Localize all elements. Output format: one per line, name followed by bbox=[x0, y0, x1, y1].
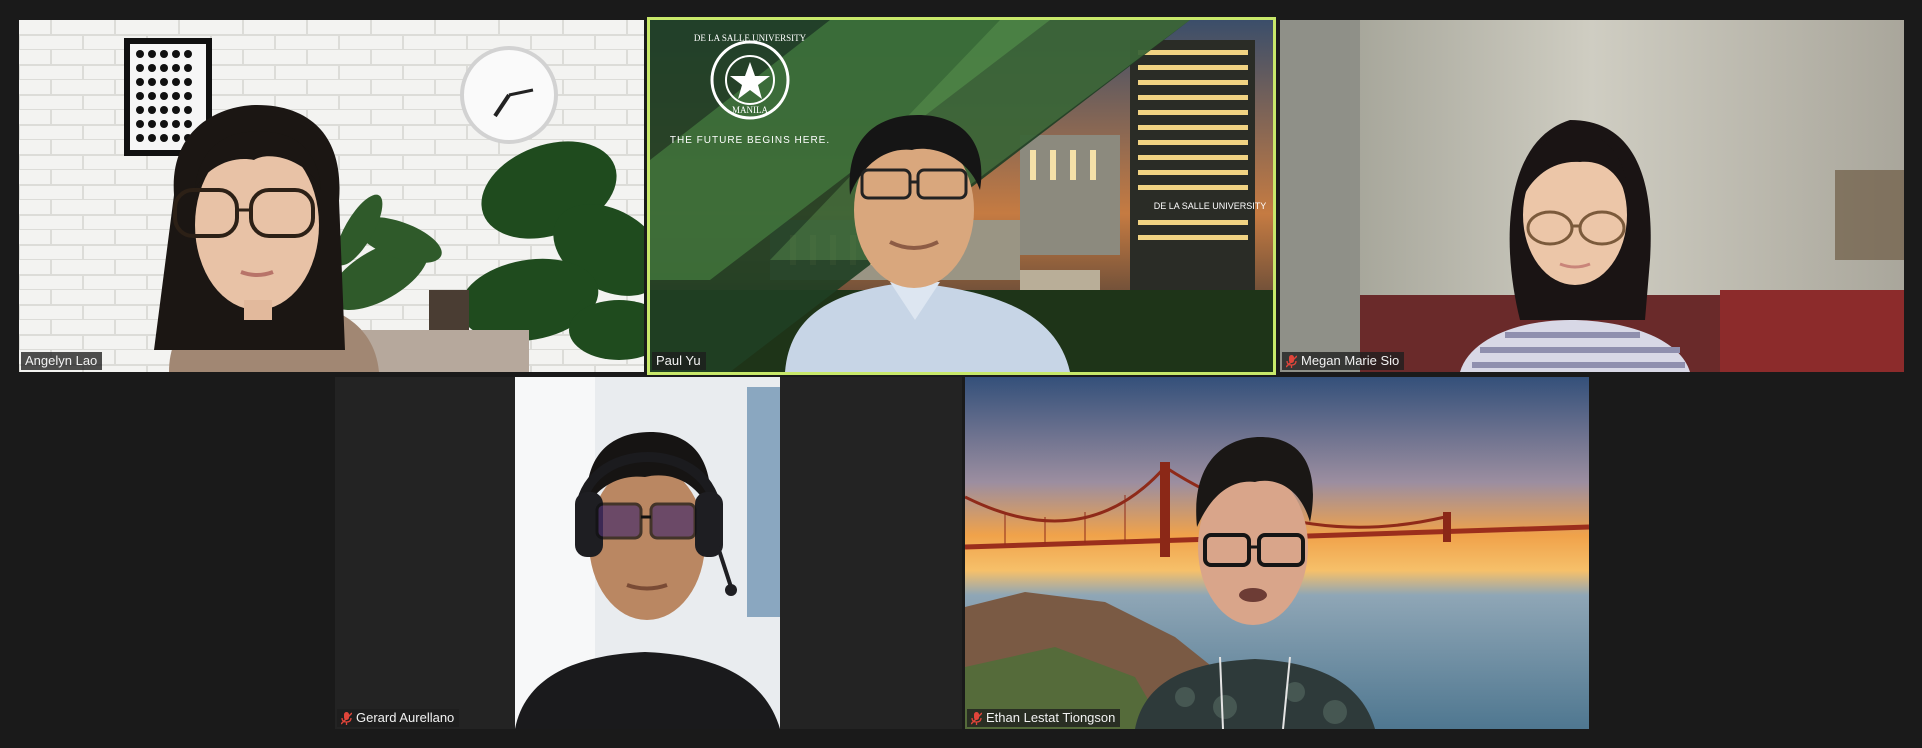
participant-name: Angelyn Lao bbox=[25, 353, 98, 368]
video-tile-megan[interactable]: Megan Marie Sio bbox=[1280, 20, 1904, 372]
video-tile-gerard[interactable]: Gerard Aurellano bbox=[335, 377, 962, 729]
video-feed-gerard bbox=[335, 377, 962, 729]
participant-name-tag: Megan Marie Sio bbox=[1282, 352, 1405, 370]
dlsu-seal-bottom-text: MANILA bbox=[732, 105, 768, 115]
dlsu-building-sign: DE LA SALLE UNIVERSITY bbox=[1154, 201, 1267, 211]
participant-name: Ethan Lestat Tiongson bbox=[986, 710, 1116, 725]
mic-muted-icon bbox=[341, 711, 352, 725]
video-tile-ethan[interactable]: Ethan Lestat Tiongson bbox=[965, 377, 1589, 729]
mic-muted-icon bbox=[1286, 354, 1297, 368]
video-tile-angelyn[interactable]: Angelyn Lao bbox=[19, 20, 644, 372]
participant-name-tag: Ethan Lestat Tiongson bbox=[967, 709, 1121, 727]
video-tile-paul[interactable]: DE LA SALLE UNIVERSITY DE LA SALLE UNIVE… bbox=[647, 17, 1276, 375]
video-feed-paul: DE LA SALLE UNIVERSITY DE LA SALLE UNIVE… bbox=[650, 20, 1273, 372]
video-feed-ethan bbox=[965, 377, 1589, 729]
participant-name: Megan Marie Sio bbox=[1301, 353, 1400, 368]
participant-name-tag: Paul Yu bbox=[652, 352, 706, 370]
participant-name-tag: Angelyn Lao bbox=[21, 352, 103, 370]
dlsu-seal-top-text: DE LA SALLE UNIVERSITY bbox=[694, 33, 807, 43]
mic-muted-icon bbox=[971, 711, 982, 725]
video-feed-megan bbox=[1280, 20, 1904, 372]
participant-name: Paul Yu bbox=[656, 353, 701, 368]
video-feed-angelyn bbox=[19, 20, 644, 372]
dlsu-tagline: THE FUTURE BEGINS HERE. bbox=[670, 135, 830, 146]
participant-name: Gerard Aurellano bbox=[356, 710, 455, 725]
participant-name-tag: Gerard Aurellano bbox=[337, 709, 460, 727]
